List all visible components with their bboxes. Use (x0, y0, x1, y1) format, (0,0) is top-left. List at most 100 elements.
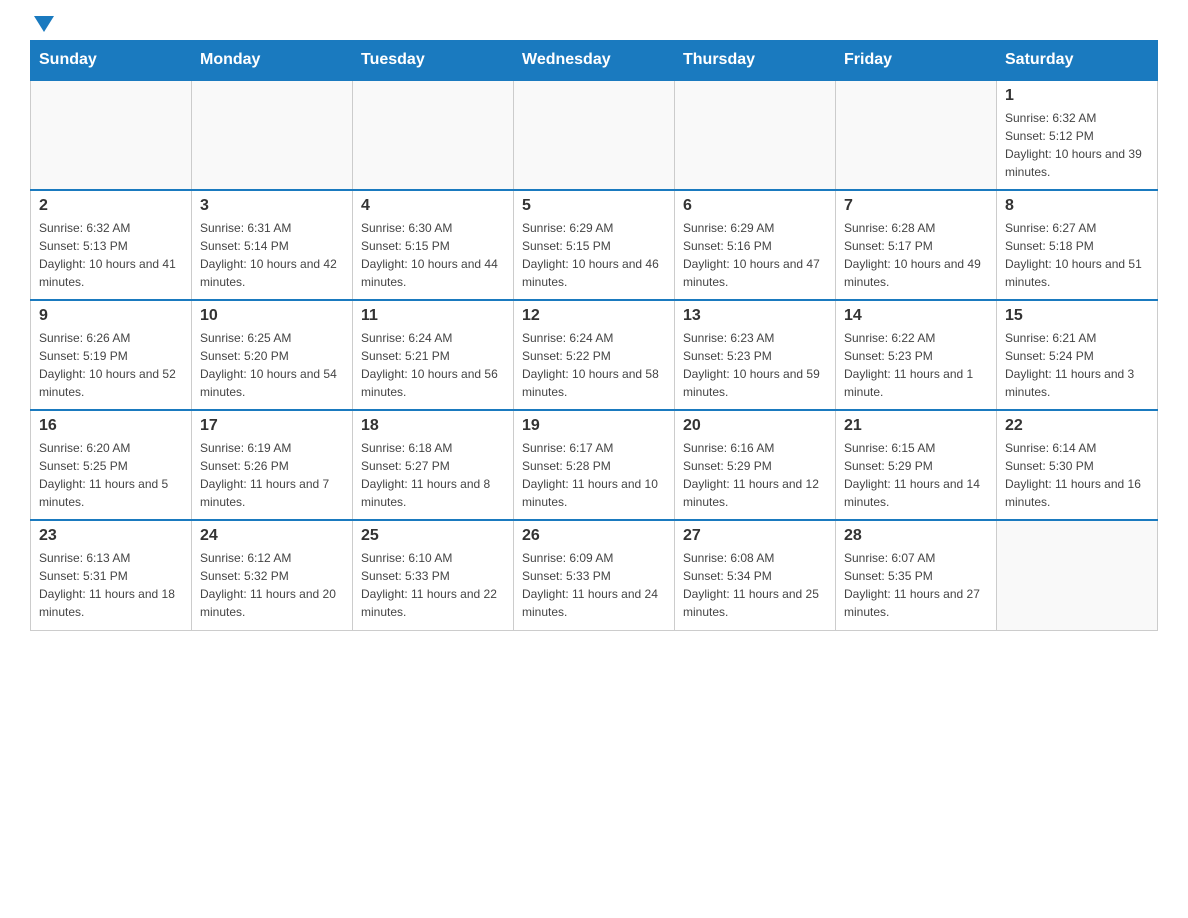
day-info: Sunrise: 6:31 AMSunset: 5:14 PMDaylight:… (200, 219, 344, 291)
calendar-cell (675, 80, 836, 190)
calendar-cell: 5 Sunrise: 6:29 AMSunset: 5:15 PMDaylight… (514, 190, 675, 300)
day-info: Sunrise: 6:17 AMSunset: 5:28 PMDaylight:… (522, 439, 666, 511)
calendar-cell: 4 Sunrise: 6:30 AMSunset: 5:15 PMDaylight… (353, 190, 514, 300)
weekday-header-thursday: Thursday (675, 41, 836, 81)
calendar-cell: 8Sunrise: 6:27 AMSunset: 5:18 PMDaylight… (997, 190, 1158, 300)
day-number: 6 (683, 197, 827, 215)
day-number: 18 (361, 417, 505, 435)
day-info: Sunrise: 6:29 AMSunset: 5:15 PMDaylight:… (522, 219, 666, 291)
day-number: 25 (361, 527, 505, 545)
day-info: Sunrise: 6:08 AMSunset: 5:34 PMDaylight:… (683, 549, 827, 621)
day-number: 23 (39, 527, 183, 545)
calendar-cell (836, 80, 997, 190)
week-row-5: 23 Sunrise: 6:13 AMSunset: 5:31 PMDayligh… (31, 520, 1158, 630)
day-number: 26 (522, 527, 666, 545)
day-number: 5 (522, 197, 666, 215)
day-number: 12 (522, 307, 666, 325)
calendar-cell: 7 Sunrise: 6:28 AMSunset: 5:17 PMDaylight… (836, 190, 997, 300)
calendar-cell: 20 Sunrise: 6:16 AMSunset: 5:29 PMDayligh… (675, 410, 836, 520)
weekday-header-monday: Monday (192, 41, 353, 81)
calendar-cell: 2 Sunrise: 6:32 AMSunset: 5:13 PMDaylight… (31, 190, 192, 300)
calendar-cell (353, 80, 514, 190)
calendar-cell: 11 Sunrise: 6:24 AMSunset: 5:21 PMDayligh… (353, 300, 514, 410)
day-number: 14 (844, 307, 988, 325)
calendar-cell: 17 Sunrise: 6:19 AMSunset: 5:26 PMDayligh… (192, 410, 353, 520)
week-row-1: 1Sunrise: 6:32 AMSunset: 5:12 PMDaylight… (31, 80, 1158, 190)
day-info: Sunrise: 6:09 AMSunset: 5:33 PMDaylight:… (522, 549, 666, 621)
logo-arrow-icon (34, 16, 54, 32)
day-info: Sunrise: 6:13 AMSunset: 5:31 PMDaylight:… (39, 549, 183, 621)
calendar-cell: 27 Sunrise: 6:08 AMSunset: 5:34 PMDayligh… (675, 520, 836, 630)
day-number: 20 (683, 417, 827, 435)
day-info: Sunrise: 6:29 AMSunset: 5:16 PMDaylight:… (683, 219, 827, 291)
calendar-cell: 28 Sunrise: 6:07 AMSunset: 5:35 PMDayligh… (836, 520, 997, 630)
weekday-header-tuesday: Tuesday (353, 41, 514, 81)
day-number: 10 (200, 307, 344, 325)
day-info: Sunrise: 6:15 AMSunset: 5:29 PMDaylight:… (844, 439, 988, 511)
day-info: Sunrise: 6:32 AMSunset: 5:12 PMDaylight:… (1005, 109, 1149, 181)
weekday-header-saturday: Saturday (997, 41, 1158, 81)
day-number: 21 (844, 417, 988, 435)
calendar-cell: 21 Sunrise: 6:15 AMSunset: 5:29 PMDayligh… (836, 410, 997, 520)
day-number: 22 (1005, 417, 1149, 435)
calendar-cell: 3Sunrise: 6:31 AMSunset: 5:14 PMDaylight… (192, 190, 353, 300)
weekday-header-sunday: Sunday (31, 41, 192, 81)
week-row-2: 2 Sunrise: 6:32 AMSunset: 5:13 PMDaylight… (31, 190, 1158, 300)
calendar-cell: 1Sunrise: 6:32 AMSunset: 5:12 PMDaylight… (997, 80, 1158, 190)
calendar-cell: 22 Sunrise: 6:14 AMSunset: 5:30 PMDayligh… (997, 410, 1158, 520)
day-number: 17 (200, 417, 344, 435)
calendar-cell (31, 80, 192, 190)
calendar-cell: 10 Sunrise: 6:25 AMSunset: 5:20 PMDayligh… (192, 300, 353, 410)
calendar-cell: 26 Sunrise: 6:09 AMSunset: 5:33 PMDayligh… (514, 520, 675, 630)
day-info: Sunrise: 6:14 AMSunset: 5:30 PMDaylight:… (1005, 439, 1149, 511)
day-info: Sunrise: 6:10 AMSunset: 5:33 PMDaylight:… (361, 549, 505, 621)
page-header (30, 20, 1158, 30)
week-row-3: 9 Sunrise: 6:26 AMSunset: 5:19 PMDaylight… (31, 300, 1158, 410)
logo (30, 20, 54, 30)
day-info: Sunrise: 6:26 AMSunset: 5:19 PMDaylight:… (39, 329, 183, 401)
day-info: Sunrise: 6:28 AMSunset: 5:17 PMDaylight:… (844, 219, 988, 291)
day-number: 16 (39, 417, 183, 435)
day-info: Sunrise: 6:21 AMSunset: 5:24 PMDaylight:… (1005, 329, 1149, 401)
calendar-cell (997, 520, 1158, 630)
day-number: 28 (844, 527, 988, 545)
weekday-header-friday: Friday (836, 41, 997, 81)
calendar-cell: 9 Sunrise: 6:26 AMSunset: 5:19 PMDaylight… (31, 300, 192, 410)
day-info: Sunrise: 6:30 AMSunset: 5:15 PMDaylight:… (361, 219, 505, 291)
day-info: Sunrise: 6:24 AMSunset: 5:21 PMDaylight:… (361, 329, 505, 401)
calendar-table: SundayMondayTuesdayWednesdayThursdayFrid… (30, 40, 1158, 631)
day-number: 9 (39, 307, 183, 325)
day-info: Sunrise: 6:20 AMSunset: 5:25 PMDaylight:… (39, 439, 183, 511)
day-info: Sunrise: 6:12 AMSunset: 5:32 PMDaylight:… (200, 549, 344, 621)
day-info: Sunrise: 6:07 AMSunset: 5:35 PMDaylight:… (844, 549, 988, 621)
day-info: Sunrise: 6:18 AMSunset: 5:27 PMDaylight:… (361, 439, 505, 511)
day-number: 27 (683, 527, 827, 545)
calendar-cell (192, 80, 353, 190)
day-number: 13 (683, 307, 827, 325)
day-info: Sunrise: 6:22 AMSunset: 5:23 PMDaylight:… (844, 329, 988, 401)
day-number: 2 (39, 197, 183, 215)
day-number: 11 (361, 307, 505, 325)
day-number: 7 (844, 197, 988, 215)
day-info: Sunrise: 6:19 AMSunset: 5:26 PMDaylight:… (200, 439, 344, 511)
day-info: Sunrise: 6:32 AMSunset: 5:13 PMDaylight:… (39, 219, 183, 291)
weekday-header-wednesday: Wednesday (514, 41, 675, 81)
calendar-cell: 15Sunrise: 6:21 AMSunset: 5:24 PMDayligh… (997, 300, 1158, 410)
day-info: Sunrise: 6:16 AMSunset: 5:29 PMDaylight:… (683, 439, 827, 511)
calendar-cell: 25 Sunrise: 6:10 AMSunset: 5:33 PMDayligh… (353, 520, 514, 630)
week-row-4: 16 Sunrise: 6:20 AMSunset: 5:25 PMDayligh… (31, 410, 1158, 520)
day-number: 4 (361, 197, 505, 215)
day-info: Sunrise: 6:24 AMSunset: 5:22 PMDaylight:… (522, 329, 666, 401)
calendar-cell: 18 Sunrise: 6:18 AMSunset: 5:27 PMDayligh… (353, 410, 514, 520)
calendar-cell: 24 Sunrise: 6:12 AMSunset: 5:32 PMDayligh… (192, 520, 353, 630)
calendar-cell (514, 80, 675, 190)
day-number: 19 (522, 417, 666, 435)
weekday-header-row: SundayMondayTuesdayWednesdayThursdayFrid… (31, 41, 1158, 81)
calendar-cell: 23 Sunrise: 6:13 AMSunset: 5:31 PMDayligh… (31, 520, 192, 630)
day-number: 24 (200, 527, 344, 545)
calendar-cell: 14 Sunrise: 6:22 AMSunset: 5:23 PMDayligh… (836, 300, 997, 410)
day-info: Sunrise: 6:25 AMSunset: 5:20 PMDaylight:… (200, 329, 344, 401)
calendar-cell: 6 Sunrise: 6:29 AMSunset: 5:16 PMDaylight… (675, 190, 836, 300)
calendar-cell: 19 Sunrise: 6:17 AMSunset: 5:28 PMDayligh… (514, 410, 675, 520)
day-number: 8 (1005, 197, 1149, 215)
